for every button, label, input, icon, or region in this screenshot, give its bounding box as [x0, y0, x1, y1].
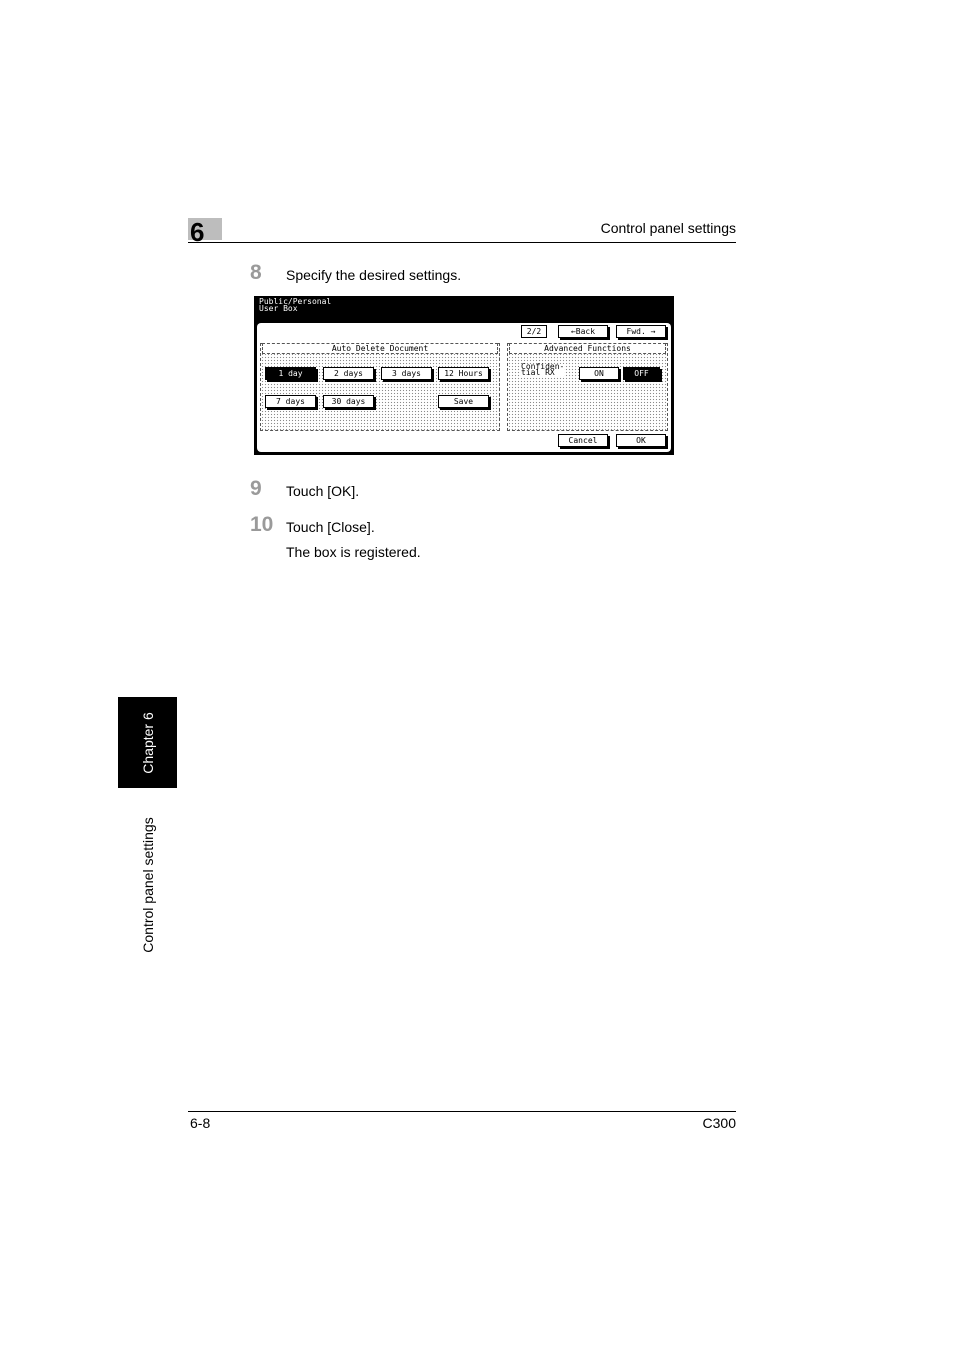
step-text-8: Specify the desired settings.: [286, 267, 462, 283]
option-1-day[interactable]: 1 day: [265, 367, 316, 380]
forward-button[interactable]: Fwd. →: [616, 325, 666, 338]
page-number: 6-8: [190, 1115, 211, 1131]
auto-delete-label: Auto Delete Document: [262, 343, 498, 354]
running-header: Control panel settings: [600, 220, 736, 236]
chapter-side-tab: Chapter 6: [118, 697, 177, 788]
confidential-rx-line2: tial RX: [521, 368, 555, 377]
advanced-functions-label: Advanced Functions: [509, 343, 666, 354]
option-30-days[interactable]: 30 days: [323, 395, 374, 408]
control-panel-screen: Public/Personal User Box 2/2 ←Back Fwd. …: [254, 296, 674, 455]
screen-title-line2: User Box: [259, 304, 298, 313]
option-12-hours[interactable]: 12 Hours: [438, 367, 489, 380]
advanced-functions-group: [507, 343, 668, 431]
auto-delete-group: [260, 343, 500, 431]
confidential-rx-label: Confiden-tial RX: [521, 363, 565, 377]
save-button[interactable]: Save: [438, 395, 489, 408]
step-number-9: 9: [250, 477, 262, 500]
footer-divider: [188, 1111, 736, 1112]
screen-title: Public/Personal User Box: [259, 298, 331, 313]
page-indicator: 2/2: [521, 325, 547, 338]
option-2-days[interactable]: 2 days: [323, 367, 374, 380]
step-number-10: 10: [250, 513, 274, 536]
option-3-days[interactable]: 3 days: [381, 367, 432, 380]
chapter-side-tab-label: Chapter 6: [139, 711, 156, 774]
back-button[interactable]: ←Back: [558, 325, 608, 338]
ok-button[interactable]: OK: [616, 434, 666, 447]
option-7-days[interactable]: 7 days: [265, 395, 316, 408]
model-name: C300: [702, 1115, 736, 1131]
cancel-button[interactable]: Cancel: [558, 434, 608, 447]
step-result-10: The box is registered.: [286, 544, 421, 560]
step-text-9: Touch [OK].: [286, 483, 360, 499]
confidential-rx-off-button[interactable]: OFF: [623, 367, 660, 380]
step-text-10: Touch [Close].: [286, 519, 375, 535]
section-side-label-text: Control panel settings: [139, 817, 156, 953]
screen-panel: 2/2 ←Back Fwd. → Auto Delete Document 1 …: [257, 323, 671, 452]
section-side-label: Control panel settings: [118, 800, 177, 970]
header-divider: [188, 242, 736, 243]
step-number-8: 8: [250, 261, 262, 284]
confidential-rx-on-button[interactable]: ON: [579, 367, 619, 380]
